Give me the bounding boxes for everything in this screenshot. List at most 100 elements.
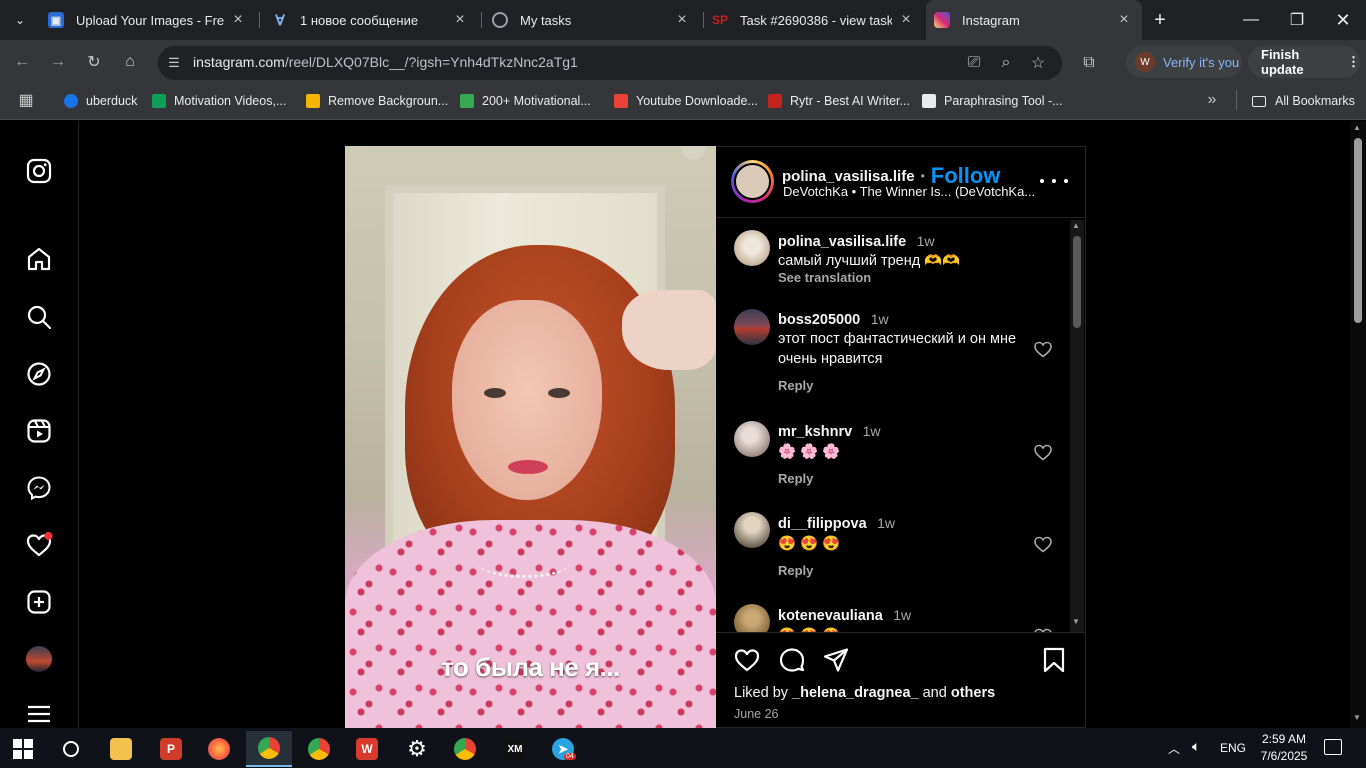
liked-by-others-link[interactable]: others [951,685,995,701]
new-tab-button[interactable]: + [1148,8,1172,32]
reply-button[interactable]: Reply [778,563,813,578]
comment-username[interactable]: kotenevauliana [778,608,883,624]
file-explorer-icon[interactable] [98,731,144,767]
bookmark-200-motivational[interactable]: 200+ Motivational... [460,91,591,111]
close-icon[interactable]: × [898,11,914,29]
apps-grid-icon[interactable]: ▦ [14,88,38,112]
comment-username[interactable]: mr_kshnrv [778,424,852,440]
clock[interactable]: 2:59 AM 7/6/2025 [1256,731,1312,765]
notifications-icon[interactable] [1324,739,1342,755]
tab-task-2690386[interactable]: SP Task #2690386 - view task × [706,0,924,40]
tab-my-tasks[interactable]: My tasks × [484,0,700,40]
tab-instagram[interactable]: Instagram × [926,0,1142,40]
close-icon[interactable]: × [230,11,246,29]
telegram-icon[interactable]: ➤ 04 [540,731,586,767]
chrome-profile-icon[interactable] [246,731,292,767]
avatar[interactable] [734,230,770,266]
create-plus-icon[interactable] [24,587,54,617]
scroll-up-arrow-icon[interactable]: ▲ [1072,221,1080,230]
like-comment-heart-icon[interactable] [1033,339,1053,359]
page-scroll-thumb[interactable] [1354,138,1362,323]
site-info-icon[interactable]: ☰ [162,51,186,75]
avatar[interactable] [734,604,770,632]
bookmark-motivation-videos[interactable]: Motivation Videos,... [152,91,286,111]
share-paper-plane-icon[interactable] [822,646,850,674]
instagram-logo-icon[interactable] [24,156,54,186]
comment-username[interactable]: polina_vasilisa.life [778,234,906,250]
home-button[interactable]: ⌂ [118,50,142,74]
rytr-icon [768,94,782,108]
close-icon[interactable]: × [1116,11,1132,29]
zoom-icon[interactable]: ⌕ [994,51,1018,75]
finish-update-button[interactable]: Finish update ⋮ [1248,46,1360,78]
liked-by-username[interactable]: _helena_dragnea_ [792,685,919,701]
scroll-down-arrow-icon[interactable]: ▼ [1072,617,1080,626]
messenger-icon[interactable] [24,473,54,503]
settings-gear-icon[interactable]: ⚙ [394,731,440,767]
reply-button[interactable]: Reply [778,471,813,486]
notifications-heart-icon[interactable] [24,530,54,560]
url-text[interactable]: instagram.com/reel/DLXQ07Blc__/?igsh=Ynh… [193,54,578,70]
extensions-icon[interactable]: ⧉ [1077,51,1101,75]
more-bookmarks-icon[interactable]: » [1200,88,1224,112]
like-heart-icon[interactable] [733,646,761,674]
forward-button[interactable]: → [46,50,70,74]
install-app-icon[interactable]: ⎚ [962,51,986,75]
close-icon[interactable]: × [452,11,468,29]
profile-avatar[interactable] [24,644,54,674]
bookmark-youtube-downloader[interactable]: Youtube Downloade... [614,91,758,111]
menu-icon[interactable] [24,702,54,728]
bookmark-remove-background[interactable]: Remove Backgroun... [306,91,448,111]
search-icon[interactable] [24,302,54,332]
bookmark-rytr[interactable]: Rytr - Best AI Writer... [768,91,910,111]
start-button[interactable] [0,731,46,767]
comment-username[interactable]: boss205000 [778,312,860,328]
reels-icon[interactable] [24,416,54,446]
xm-app-icon[interactable]: XM [492,731,538,767]
back-button[interactable]: ← [10,50,34,74]
chrome-alt-profile-icon[interactable] [442,731,488,767]
motivation-icon [152,94,166,108]
save-bookmark-icon[interactable] [1040,646,1068,674]
chrome-icon[interactable] [296,731,342,767]
bookmark-star-icon[interactable]: ☆ [1026,51,1050,75]
search-circle-icon[interactable] [48,731,94,767]
minimize-button[interactable]: — [1228,0,1274,40]
close-window-button[interactable]: ✕ [1320,0,1366,40]
home-icon[interactable] [24,244,54,274]
reload-button[interactable]: ↻ [82,50,106,74]
comment-username[interactable]: di__filippova [778,516,867,532]
see-translation-link[interactable]: See translation [778,270,871,285]
wps-office-icon[interactable]: W [344,731,390,767]
tab-new-message[interactable]: ∀ 1 новое сообщение × [262,0,478,40]
firefox-icon[interactable] [196,731,242,767]
bookmark-paraphrasing-tool[interactable]: Paraphrasing Tool -... [922,91,1063,111]
avatar[interactable] [734,309,770,345]
like-comment-heart-icon[interactable] [1033,442,1053,462]
avatar[interactable] [734,512,770,548]
tab-upload-images[interactable]: ▣ Upload Your Images - Free I × [38,0,256,40]
bookmark-uberduck[interactable]: uberduck [64,91,137,111]
tray-chevron-icon[interactable]: ︿ [1168,740,1180,757]
tab-search-button[interactable]: ⌄ [8,8,32,32]
wps-presentation-icon[interactable]: P [148,731,194,767]
uberduck-icon [64,94,78,108]
language-indicator[interactable]: ENG [1220,741,1246,755]
reply-button[interactable]: Reply [778,378,813,393]
all-bookmarks-button[interactable]: All Bookmarks [1252,91,1355,111]
page-scroll-up-icon[interactable]: ▲ [1353,123,1361,132]
explore-compass-icon[interactable] [24,359,54,389]
avatar[interactable] [734,421,770,457]
post-author-username[interactable]: polina_vasilisa.life [782,168,915,185]
restore-button[interactable]: ❐ [1274,0,1320,40]
more-options-icon[interactable] [1040,172,1068,190]
verify-profile-button[interactable]: W Verify it's you [1126,46,1242,78]
volume-icon[interactable]: 🔈︎ [1192,738,1200,755]
comment-bubble-icon[interactable] [778,646,806,674]
comments-scroll-thumb[interactable] [1073,236,1081,328]
story-ring-avatar[interactable] [731,160,774,203]
close-icon[interactable]: × [674,11,690,29]
like-comment-heart-icon[interactable] [1033,534,1053,554]
page-scroll-down-icon[interactable]: ▼ [1353,713,1361,722]
audio-track-link[interactable]: DeVotchKa • The Winner Is... (DeVotchKa.… [783,184,1035,199]
